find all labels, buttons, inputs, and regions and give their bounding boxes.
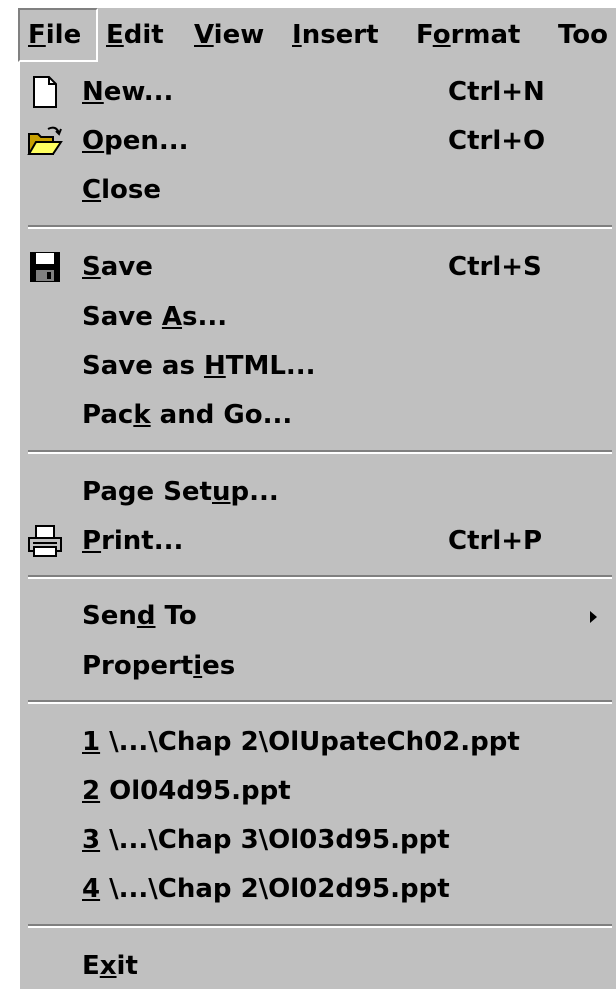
menubar-insert[interactable]: Insert: [292, 8, 379, 62]
recent-file-4-label: 4 \...\Chap 2\Ol02d95.ppt: [82, 874, 450, 904]
recent-file-3[interactable]: 3 \...\Chap 3\Ol03d95.ppt: [20, 816, 616, 864]
menu-item-exit[interactable]: Exit: [20, 942, 616, 990]
recent-file-1[interactable]: 1 \...\Chap 2\OlUpateCh02.ppt: [20, 718, 616, 766]
recent-file-1-label: 1 \...\Chap 2\OlUpateCh02.ppt: [82, 727, 520, 757]
menubar-format-label: Format: [416, 20, 521, 50]
menu-item-open[interactable]: Open... Ctrl+O: [20, 117, 616, 165]
menu-item-properties[interactable]: Properties: [20, 642, 616, 690]
menubar-format[interactable]: Format: [416, 8, 520, 62]
menu-item-properties-label: Properties: [82, 651, 236, 681]
menu-item-save-as-label: Save As...: [82, 302, 228, 332]
menubar-file[interactable]: File: [18, 8, 98, 62]
menu-item-close[interactable]: Close: [20, 166, 616, 214]
submenu-arrow-icon: [590, 611, 597, 623]
menu-item-open-shortcut: Ctrl+O: [448, 126, 546, 156]
printer-icon: [28, 525, 62, 557]
menu-item-save-shortcut: Ctrl+S: [448, 252, 542, 282]
menu-item-save-as[interactable]: Save As...: [20, 293, 616, 341]
file-menu: New... Ctrl+N Open... Ctrl+O Close Save …: [18, 62, 616, 989]
menu-item-page-setup-label: Page Setup...: [82, 477, 279, 507]
menu-item-print-shortcut: Ctrl+P: [448, 526, 543, 556]
open-folder-icon: [27, 126, 63, 155]
menu-bar: File Edit View Insert Format Too: [18, 8, 616, 62]
menu-separator: [28, 700, 612, 704]
menubar-edit-label: Edit: [106, 20, 164, 50]
menubar-insert-label: Insert: [292, 20, 379, 50]
menu-item-send-to-label: Send To: [82, 601, 197, 631]
menu-item-send-to[interactable]: Send To: [20, 592, 616, 640]
menu-item-pack-and-go-label: Pack and Go...: [82, 400, 293, 430]
menu-item-new-label: New...: [82, 77, 174, 107]
menubar-tools[interactable]: Too: [558, 8, 608, 62]
menu-item-open-label: Open...: [82, 126, 189, 156]
menubar-edit[interactable]: Edit: [106, 8, 164, 62]
menu-item-exit-label: Exit: [82, 951, 138, 981]
menu-item-print[interactable]: Print... Ctrl+P: [20, 517, 616, 565]
menu-item-save-as-html-label: Save as HTML...: [82, 351, 316, 381]
menu-item-new[interactable]: New... Ctrl+N: [20, 68, 616, 116]
menubar-file-label: File: [28, 20, 82, 50]
menu-item-save-label: Save: [82, 252, 153, 282]
menu-separator: [28, 450, 612, 454]
recent-file-2[interactable]: 2 Ol04d95.ppt: [20, 767, 616, 815]
recent-file-3-label: 3 \...\Chap 3\Ol03d95.ppt: [82, 825, 450, 855]
recent-file-2-label: 2 Ol04d95.ppt: [82, 776, 291, 806]
menu-item-pack-and-go[interactable]: Pack and Go...: [20, 391, 616, 439]
floppy-disk-icon: [30, 252, 60, 282]
menu-item-close-label: Close: [82, 175, 161, 205]
menubar-view-label: View: [194, 20, 265, 50]
menu-item-new-shortcut: Ctrl+N: [448, 77, 545, 107]
menubar-tools-label: Too: [558, 20, 609, 50]
new-document-icon: [33, 76, 57, 108]
menu-item-print-label: Print...: [82, 526, 184, 556]
recent-file-4[interactable]: 4 \...\Chap 2\Ol02d95.ppt: [20, 865, 616, 913]
menu-item-save-as-html[interactable]: Save as HTML...: [20, 342, 616, 390]
menu-separator: [28, 575, 612, 579]
menu-separator: [28, 924, 612, 928]
menu-item-page-setup[interactable]: Page Setup...: [20, 468, 616, 516]
menubar-view[interactable]: View: [194, 8, 264, 62]
menu-separator: [28, 225, 612, 229]
menu-item-save[interactable]: Save Ctrl+S: [20, 243, 616, 291]
